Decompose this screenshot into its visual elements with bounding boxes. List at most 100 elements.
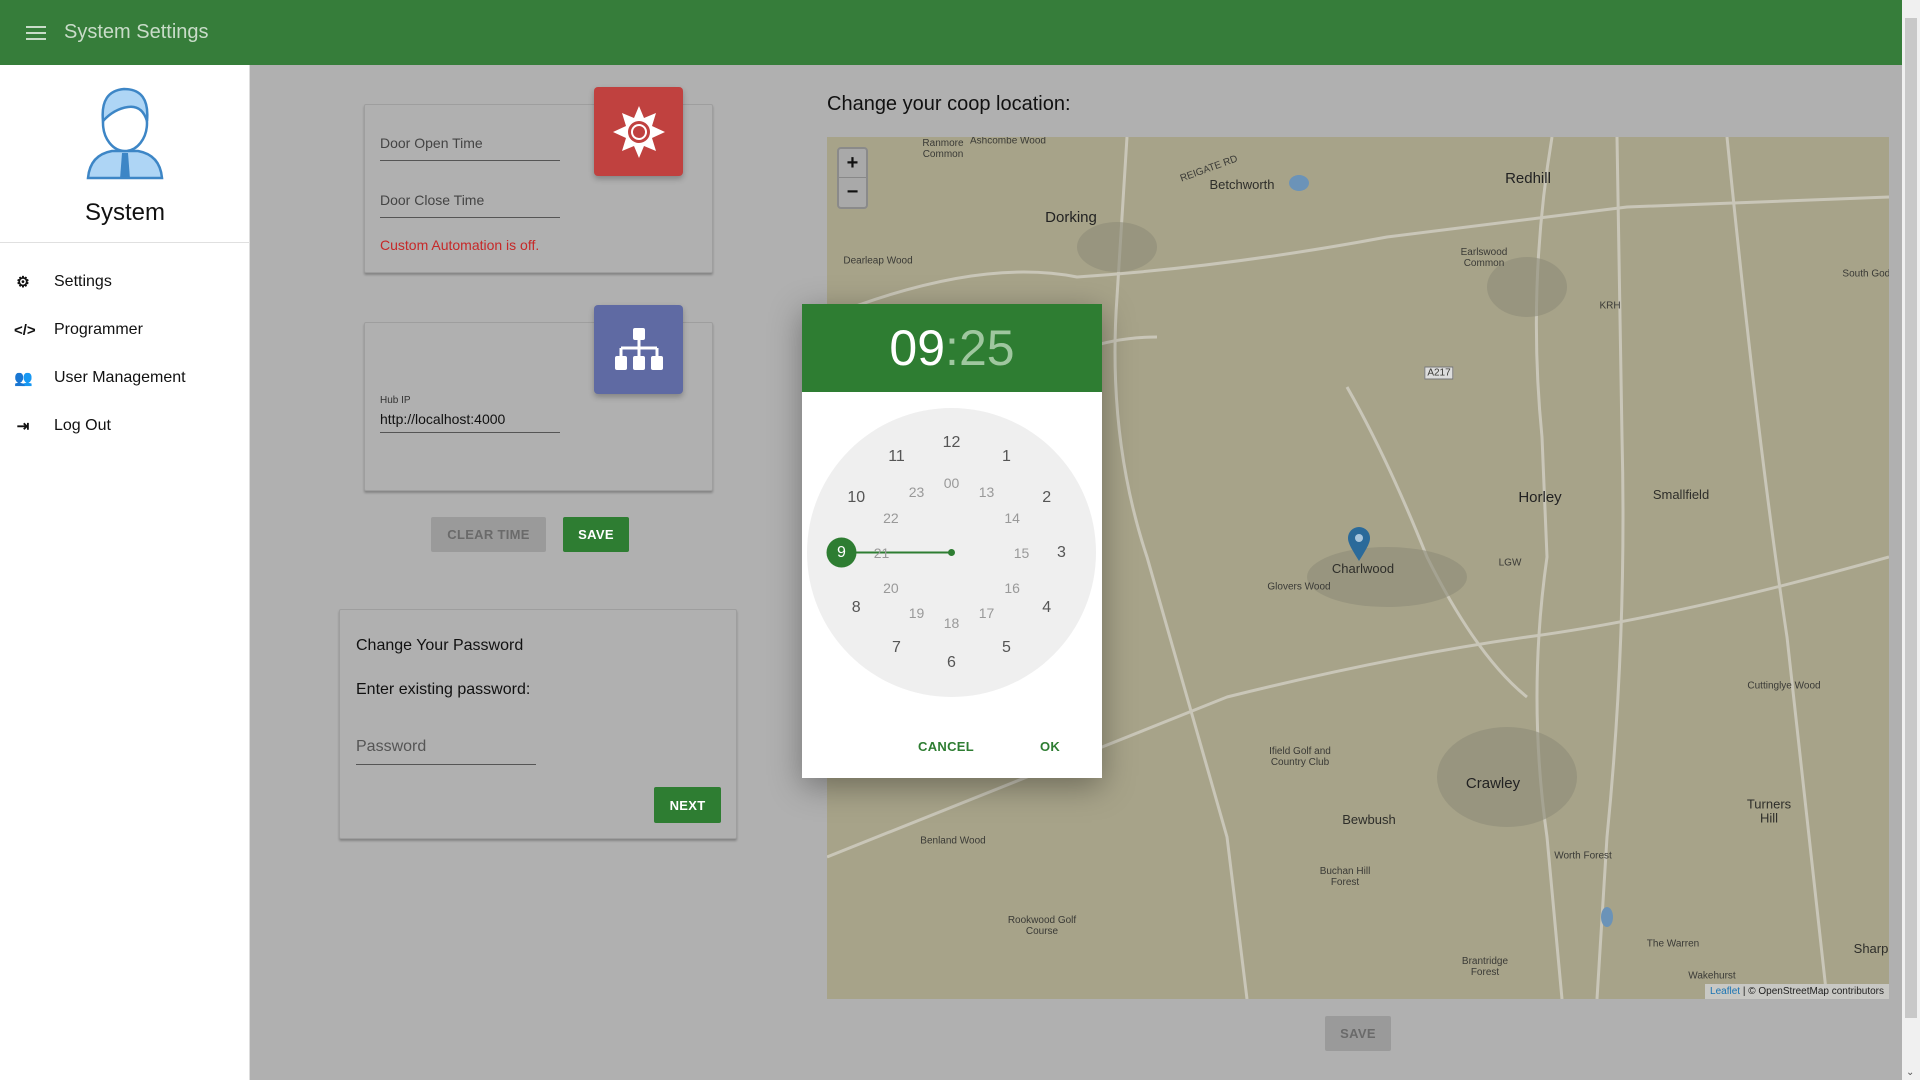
hamburger-menu-icon[interactable] — [26, 25, 46, 40]
clock-number[interactable]: 21 — [874, 545, 890, 561]
clock-number[interactable]: 5 — [1002, 639, 1011, 657]
password-card: Change Your Password Enter existing pass… — [339, 609, 737, 839]
clock-number[interactable]: 19 — [909, 605, 925, 621]
clock-number[interactable]: 9 — [837, 544, 846, 562]
app-title: System Settings — [64, 21, 209, 43]
password-prompt: Enter existing password: — [356, 681, 531, 698]
placeholder: Door Open Time — [380, 135, 483, 151]
map-label: Betchworth — [1209, 176, 1275, 192]
separator: : — [945, 320, 959, 376]
automation-status: Custom Automation is off. — [380, 237, 540, 253]
password-input[interactable]: Password — [356, 738, 536, 765]
map-label: Worth Forest — [1554, 850, 1612, 862]
placeholder: Password — [356, 738, 427, 755]
clock-number[interactable]: 22 — [883, 510, 899, 526]
clock-number[interactable]: 14 — [1004, 510, 1020, 526]
clock-number[interactable]: 10 — [847, 489, 865, 507]
clear-time-button[interactable]: CLEAR TIME — [431, 517, 546, 552]
map-label: Ashcombe Wood — [970, 137, 1046, 147]
sidebar-item-label: Programmer — [54, 321, 143, 338]
clock-number[interactable]: 8 — [852, 599, 861, 617]
map-label: South Godsto — [1842, 268, 1889, 280]
clock-number[interactable]: 17 — [979, 605, 995, 621]
scroll-down-arrow-icon[interactable]: ⌄ — [1906, 1067, 1914, 1078]
map-attribution: Leaflet | © OpenStreetMap contributors — [1705, 984, 1889, 999]
clock-number[interactable]: 4 — [1042, 599, 1051, 617]
clock-number[interactable]: 15 — [1014, 545, 1030, 561]
road-shield: A217 — [1424, 366, 1454, 380]
clock-number[interactable]: 6 — [947, 654, 956, 672]
map-label: The Warren — [1646, 938, 1700, 950]
map-title: Change your coop location: — [827, 93, 1071, 115]
hub-ip-label: Hub IP — [380, 395, 411, 406]
scrollbar-thumb[interactable] — [1905, 18, 1917, 1018]
user-avatar-icon — [86, 87, 164, 180]
clock-number[interactable]: 11 — [888, 448, 905, 466]
clock-number[interactable]: 23 — [909, 484, 925, 500]
sidebar: System ⚙ Settings </> Programmer 👥 User Man… — [0, 65, 250, 1080]
clock-number[interactable]: 3 — [1057, 544, 1066, 562]
map-label: Buchan Hill Forest — [1319, 866, 1371, 888]
map-label: Dearleap Wood — [843, 255, 913, 267]
gear-icon: ⚙ — [16, 274, 30, 291]
zoom-in-button[interactable]: + — [839, 149, 866, 178]
clock-number[interactable]: 2 — [1042, 489, 1051, 507]
leaflet-link[interactable]: Leaflet — [1710, 986, 1740, 997]
cancel-button[interactable]: CANCEL — [908, 728, 984, 764]
clock-center — [948, 549, 955, 556]
network-icon — [594, 305, 683, 394]
map-label: Bewbush — [1342, 811, 1396, 827]
clock-number[interactable]: 00 — [944, 475, 960, 491]
location-marker-icon[interactable] — [1347, 526, 1371, 562]
map-label: Earlswood Common — [1460, 247, 1508, 269]
sidebar-item-label: User Management — [54, 369, 186, 386]
map-label: Dorking — [1045, 208, 1097, 226]
clock-number[interactable]: 7 — [892, 639, 901, 657]
clock-number[interactable]: 1 — [1002, 448, 1011, 466]
sidebar-item-label: Log Out — [54, 417, 111, 434]
password-title: Change Your Password — [356, 637, 524, 654]
minutes-display[interactable]: 25 — [959, 319, 1015, 377]
hub-ip-input[interactable]: http://localhost:4000 — [380, 411, 560, 433]
map-label: Brantridge Forest — [1461, 956, 1509, 978]
zoom-control: + − — [837, 147, 868, 209]
sidebar-item-label: Settings — [54, 273, 112, 290]
door-close-time-input[interactable]: Door Close Time — [380, 192, 560, 218]
map-label: LGW — [1498, 557, 1522, 569]
clock-number[interactable]: 18 — [944, 615, 960, 631]
door-open-time-input[interactable]: Door Open Time — [380, 135, 560, 161]
sidebar-item-settings[interactable]: ⚙ Settings — [0, 262, 250, 302]
map-label: Ifield Golf and Country Club — [1269, 746, 1331, 768]
map-label: Ranmore Common — [922, 138, 964, 160]
code-icon: </> — [14, 321, 36, 339]
save-button[interactable]: SAVE — [563, 517, 629, 552]
clock-number[interactable]: 16 — [1004, 580, 1020, 596]
placeholder: Door Close Time — [380, 192, 485, 208]
time-display: 09:25 — [802, 304, 1102, 392]
scrollbar[interactable]: ⌄ — [1902, 0, 1920, 1080]
map-label: Redhill — [1505, 169, 1551, 187]
sun-icon — [594, 87, 683, 176]
sidebar-item-user-management[interactable]: 👥 User Management — [0, 358, 250, 398]
hub-ip-value: http://localhost:4000 — [380, 411, 506, 427]
sidebar-item-log-out[interactable]: ⇥ Log Out — [0, 406, 250, 446]
map-label: Smallfield — [1652, 486, 1710, 502]
map-label: Horley — [1518, 488, 1562, 506]
users-icon: 👥 — [14, 370, 33, 387]
next-button[interactable]: NEXT — [654, 787, 721, 823]
clock-number[interactable]: 13 — [979, 484, 995, 500]
hours-display[interactable]: 09 — [889, 319, 945, 377]
map-label: Cuttinglye Wood — [1747, 680, 1821, 692]
ok-button[interactable]: OK — [1020, 728, 1080, 764]
clock-face[interactable]: 12 1 2 3 4 5 6 7 8 9 10 11 00 13 14 15 16 17 18 19 20 21 22 23 — [807, 408, 1096, 697]
map-label: KRH — [1599, 300, 1621, 312]
clock-number[interactable]: 12 — [943, 434, 961, 452]
logout-icon: ⇥ — [16, 418, 30, 435]
sidebar-item-programmer[interactable]: </> Programmer — [0, 310, 250, 350]
map-label: Benland Wood — [920, 835, 986, 847]
clock-number[interactable]: 20 — [883, 580, 899, 596]
divider — [0, 242, 250, 243]
zoom-out-button[interactable]: − — [839, 178, 866, 207]
map-label: Rookwood Golf Course — [1007, 915, 1077, 937]
map-save-button[interactable]: SAVE — [1325, 1016, 1391, 1051]
